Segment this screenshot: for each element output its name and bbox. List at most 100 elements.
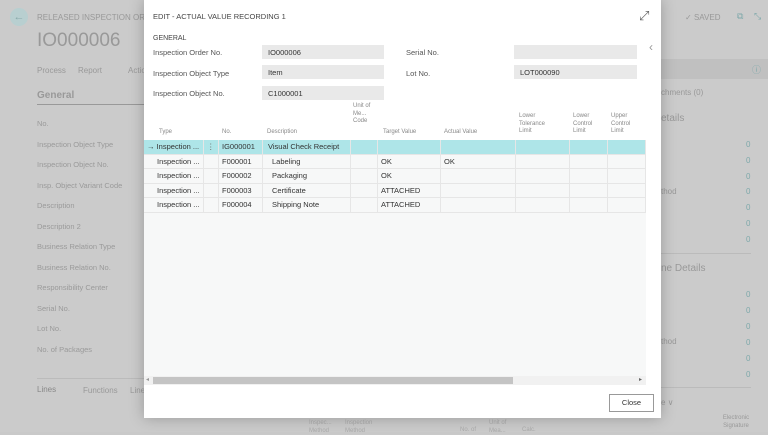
cell-ucl[interactable] xyxy=(608,140,646,155)
cell-no[interactable]: IG000001 xyxy=(219,140,263,155)
cell-type[interactable]: Inspection ... xyxy=(144,198,204,213)
inspection-object-type-field[interactable]: Item xyxy=(262,65,384,79)
line-detail-value[interactable]: 0 xyxy=(746,338,750,347)
line-detail-value[interactable]: 0 xyxy=(746,354,750,363)
table-row[interactable]: → Inspection ...⋮IG000001Visual Check Re… xyxy=(144,140,646,155)
cell-no[interactable]: F000003 xyxy=(219,184,263,199)
cell-ltl[interactable] xyxy=(516,140,570,155)
cell-ucl[interactable] xyxy=(608,184,646,199)
col-target-value[interactable]: Target Value xyxy=(383,129,416,137)
action-report[interactable]: Report xyxy=(78,66,102,75)
chevron-left-icon[interactable]: ‹ xyxy=(649,40,653,54)
line-detail-value[interactable]: 0 xyxy=(746,290,750,299)
cell-lcl[interactable] xyxy=(570,169,608,184)
scroll-right-icon[interactable]: ▸ xyxy=(639,376,642,383)
table-row[interactable]: Inspection ... F000002Packaging OK xyxy=(144,169,646,184)
cell-type[interactable]: Inspection ... xyxy=(144,184,204,199)
detail-value[interactable]: 0 xyxy=(746,172,750,181)
cell-description[interactable]: Packaging xyxy=(263,169,351,184)
cell-lcl[interactable] xyxy=(570,155,608,170)
open-new-window-icon[interactable]: ⧉ xyxy=(737,11,743,22)
expand-icon[interactable]: ⤢ xyxy=(639,8,649,24)
col-no[interactable]: No. xyxy=(222,129,231,137)
detail-value[interactable]: 0 xyxy=(746,140,750,149)
inspection-object-no-field[interactable]: C1000001 xyxy=(262,86,384,100)
cell-ucl[interactable] xyxy=(608,198,646,213)
cell-menu[interactable] xyxy=(204,184,219,199)
cell-target[interactable]: OK xyxy=(378,155,441,170)
cell-lcl[interactable] xyxy=(570,198,608,213)
attachments-link[interactable]: chments (0) xyxy=(661,88,703,97)
cell-target[interactable]: OK xyxy=(378,169,441,184)
col-actual-value[interactable]: Actual Value xyxy=(444,129,477,137)
cell-description[interactable]: Certificate xyxy=(263,184,351,199)
info-icon[interactable]: ⓘ xyxy=(752,63,761,76)
cell-ltl[interactable] xyxy=(516,184,570,199)
inspection-order-no-field[interactable]: IO000006 xyxy=(262,45,384,59)
cell-lcl[interactable] xyxy=(570,184,608,199)
close-button[interactable]: Close xyxy=(609,394,654,412)
col-lower-control[interactable]: Lower Control Limit xyxy=(573,113,603,136)
cell-no[interactable]: F000002 xyxy=(219,169,263,184)
cell-actual[interactable] xyxy=(441,140,516,155)
cell-menu[interactable] xyxy=(204,198,219,213)
horizontal-scrollbar[interactable]: ◂ ▸ xyxy=(144,376,646,385)
cell-target[interactable] xyxy=(378,140,441,155)
cell-target[interactable]: ATTACHED xyxy=(378,198,441,213)
cell-type[interactable]: → Inspection ... xyxy=(144,140,204,155)
cell-menu[interactable] xyxy=(204,169,219,184)
cell-ucl[interactable] xyxy=(608,155,646,170)
detail-value[interactable]: 0 xyxy=(746,187,750,196)
detail-value[interactable]: 0 xyxy=(746,235,750,244)
scrollbar-thumb[interactable] xyxy=(153,377,513,384)
line-detail-value[interactable]: 0 xyxy=(746,370,750,379)
tab-lines[interactable]: Lines xyxy=(37,385,56,394)
cell-actual[interactable] xyxy=(441,198,516,213)
cell-no[interactable]: F000004 xyxy=(219,198,263,213)
cell-unit[interactable] xyxy=(351,140,378,155)
row-menu-icon[interactable]: ⋮ xyxy=(204,140,219,155)
cell-ltl[interactable] xyxy=(516,155,570,170)
back-button[interactable]: ← xyxy=(10,8,28,26)
col-lower-tolerance[interactable]: Lower Tolerance Limit xyxy=(519,113,559,136)
cell-no[interactable]: F000001 xyxy=(219,155,263,170)
line-detail-value[interactable]: 0 xyxy=(746,322,750,331)
col-type[interactable]: Type xyxy=(159,129,172,137)
serial-no-field[interactable] xyxy=(514,45,637,59)
cell-ltl[interactable] xyxy=(516,198,570,213)
cell-actual[interactable] xyxy=(441,184,516,199)
cell-actual[interactable] xyxy=(441,169,516,184)
cell-description[interactable]: Shipping Note xyxy=(263,198,351,213)
section-general[interactable]: General xyxy=(37,90,147,105)
col-description[interactable]: Description xyxy=(267,129,297,137)
cell-ltl[interactable] xyxy=(516,169,570,184)
cell-unit[interactable] xyxy=(351,155,378,170)
scroll-left-icon[interactable]: ◂ xyxy=(146,376,149,383)
tab-line[interactable]: Line xyxy=(130,386,145,395)
table-row[interactable]: Inspection ... F000001Labeling OKOK xyxy=(144,155,646,170)
cell-actual[interactable]: OK xyxy=(441,155,516,170)
col-upper-control[interactable]: Upper Control Limit xyxy=(611,113,641,136)
col-unit-code[interactable]: Unit of Me... Code xyxy=(353,103,373,126)
detail-value[interactable]: 0 xyxy=(746,203,750,212)
action-process[interactable]: Process xyxy=(37,66,66,75)
lot-no-field[interactable]: LOT000090 xyxy=(514,65,637,79)
cell-ucl[interactable] xyxy=(608,169,646,184)
cell-type[interactable]: Inspection ... xyxy=(144,169,204,184)
collapsed-section[interactable]: e ∨ xyxy=(661,398,674,407)
collapse-icon[interactable]: ⤡ xyxy=(754,11,761,22)
table-row[interactable]: Inspection ... F000003Certificate ATTACHED xyxy=(144,184,646,199)
detail-value[interactable]: 0 xyxy=(746,156,750,165)
cell-lcl[interactable] xyxy=(570,140,608,155)
cell-unit[interactable] xyxy=(351,169,378,184)
cell-description[interactable]: Visual Check Receipt xyxy=(263,140,351,155)
cell-unit[interactable] xyxy=(351,198,378,213)
cell-type[interactable]: Inspection ... xyxy=(144,155,204,170)
cell-menu[interactable] xyxy=(204,155,219,170)
detail-value[interactable]: 0 xyxy=(746,219,750,228)
cell-target[interactable]: ATTACHED xyxy=(378,184,441,199)
cell-description[interactable]: Labeling xyxy=(263,155,351,170)
cell-unit[interactable] xyxy=(351,184,378,199)
tab-functions[interactable]: Functions xyxy=(83,386,118,395)
table-row[interactable]: Inspection ... F000004Shipping Note ATTACH… xyxy=(144,198,646,213)
